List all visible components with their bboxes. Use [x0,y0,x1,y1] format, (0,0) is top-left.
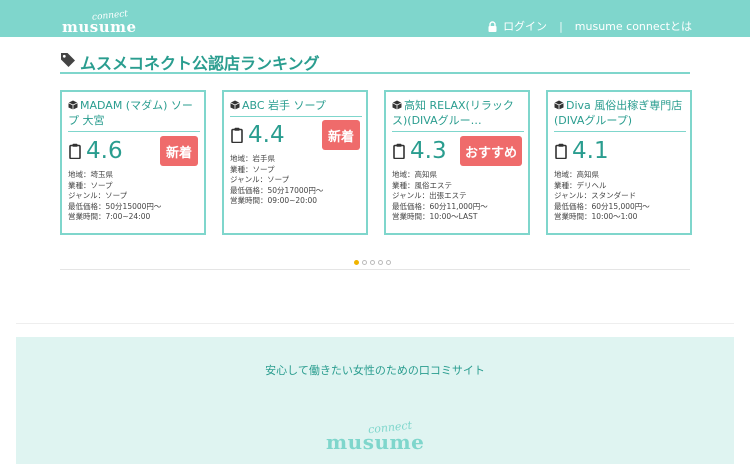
shop-price: 最低価格：60分11,000円〜 [392,201,488,211]
divider [60,269,690,270]
shop-price: 最低価格：60分15,000円〜 [554,201,650,211]
shop-type: 業種：ソープ [230,164,275,174]
login-link[interactable]: ログイン [503,18,547,34]
logo-musume-text: musume [62,18,137,36]
shop-hours: 営業時間：10:00〜LAST [392,212,478,221]
shop-genre: ジャンル：スタンダード [554,191,637,200]
rating-value: 4.1 [572,138,609,164]
top-nav: ログイン | musume connectとは [488,18,692,34]
divider [16,323,734,324]
box-icon [392,99,402,110]
about-link[interactable]: musume connectとは [575,18,692,34]
carousel-dot[interactable] [354,260,359,265]
rating: 4.4 [231,122,285,148]
shop-name-text: ABC 岩手 ソープ [242,99,326,112]
shop-type: 業種：ソープ [68,180,113,190]
shop-hours: 営業時間：09:00~20:00 [230,196,318,205]
clipboard-icon [393,143,405,160]
footer-logo-musume-text: musume [326,430,425,454]
carousel-dot[interactable] [386,260,391,265]
shop-type: 業種：風俗エステ [392,180,452,190]
clipboard-icon [555,143,567,160]
shop-genre: ジャンル：出張エステ [392,191,467,200]
shop-name-text: MADAM (マダム) ソープ 大宮 [68,99,193,127]
footer-tagline: 安心して働きたい女性のための口コミサイト [265,364,485,377]
shop-name[interactable]: MADAM (マダム) ソープ 大宮 [68,98,200,132]
shop-name[interactable]: ABC 岩手 ソープ [230,98,362,117]
carousel-dot[interactable] [370,260,375,265]
shop-info: 地域：高知県 業種：デリヘル ジャンル：スタンダード 最低価格：60分15,00… [554,170,650,223]
section-title: ムスメコネクト公認店ランキング [80,54,320,73]
shop-card[interactable]: 高知 RELAX(リラックス)(DIVAグルー… 4.3 おすすめ 地域：高知県… [384,90,530,235]
carousel-dot[interactable] [362,260,367,265]
site-logo[interactable]: connect musume [62,9,136,36]
footer-logo[interactable]: connect musume [326,419,436,457]
nav-separator: | [559,19,563,33]
rating: 4.1 [555,138,609,164]
shop-hours: 営業時間：10:00〜1:00 [554,212,638,221]
recommended-badge: おすすめ [460,136,522,166]
shop-type: 業種：デリヘル [554,180,607,190]
shop-area: 地域：高知県 [554,170,599,179]
rating: 4.6 [69,138,123,164]
clipboard-icon [69,143,81,160]
shop-card[interactable]: ABC 岩手 ソープ 4.4 新着 地域：岩手県 業種：ソープ ジャンル：ソープ… [222,90,368,235]
shop-genre: ジャンル：ソープ [230,175,290,184]
shop-card[interactable]: Diva 風俗出稼ぎ専門店(DIVAグループ) 4.1 地域：高知県 業種：デリ… [546,90,692,235]
footer: 安心して働きたい女性のための口コミサイト connect musume [16,337,734,464]
clipboard-icon [231,127,243,144]
shop-info: 地域：埼玉県 業種：ソープ ジャンル：ソープ 最低価格：50分15000円〜 営… [68,170,161,223]
lock-icon [488,20,497,32]
shop-name[interactable]: 高知 RELAX(リラックス)(DIVAグルー… [392,98,524,132]
rating-value: 4.6 [86,138,123,164]
rating-value: 4.4 [248,122,285,148]
shop-genre: ジャンル：ソープ [68,191,128,200]
carousel-dot[interactable] [378,260,383,265]
rating: 4.3 [393,138,447,164]
tag-icon [60,52,76,68]
shop-name[interactable]: Diva 風俗出稼ぎ専門店(DIVAグループ) [554,98,686,132]
carousel-dots [354,260,391,265]
new-badge: 新着 [322,120,360,150]
rating-value: 4.3 [410,138,447,164]
box-icon [230,99,240,110]
new-badge: 新着 [160,136,198,166]
box-icon [554,99,564,110]
ranking-heading: ムスメコネクト公認店ランキング [60,50,690,74]
shop-area: 地域：高知県 [392,170,437,179]
shop-name-text: 高知 RELAX(リラックス)(DIVAグルー… [392,99,514,127]
shop-price: 最低価格：50分17000円〜 [230,185,324,195]
shop-info: 地域：高知県 業種：風俗エステ ジャンル：出張エステ 最低価格：60分11,00… [392,170,488,223]
shop-area: 地域：埼玉県 [68,170,113,179]
shop-name-text: Diva 風俗出稼ぎ専門店(DIVAグループ) [554,99,683,127]
box-icon [68,99,78,110]
shop-card[interactable]: MADAM (マダム) ソープ 大宮 4.6 新着 地域：埼玉県 業種：ソープ … [60,90,206,235]
shop-price: 最低価格：50分15000円〜 [68,201,162,211]
shop-info: 地域：岩手県 業種：ソープ ジャンル：ソープ 最低価格：50分17000円〜 営… [230,154,323,207]
shop-hours: 営業時間：7:00~24:00 [68,212,151,221]
top-bar: connect musume ログイン | musume connectとは [0,0,750,37]
shop-area: 地域：岩手県 [230,154,275,163]
